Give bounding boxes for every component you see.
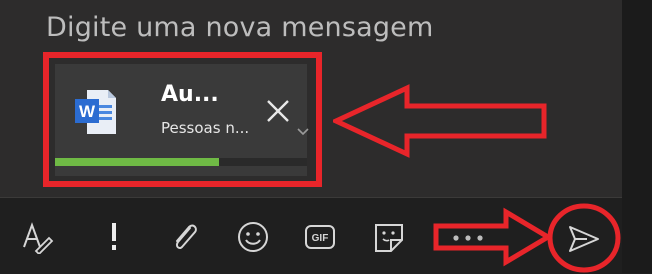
gif-label: GIF bbox=[312, 233, 329, 244]
annotation-arrow-left bbox=[333, 84, 548, 158]
gif-icon[interactable]: GIF bbox=[303, 220, 337, 254]
sticker-icon[interactable] bbox=[372, 220, 406, 254]
annotation-arrow-right bbox=[432, 207, 552, 267]
emoji-icon[interactable] bbox=[236, 220, 270, 254]
annotation-highlight-box bbox=[43, 52, 322, 187]
message-input-placeholder[interactable]: Digite uma nova mensagem bbox=[46, 12, 433, 43]
compose-box[interactable]: Digite uma nova mensagem W Au... Pessoas… bbox=[0, 0, 622, 198]
compose-divider bbox=[0, 197, 622, 198]
right-edge bbox=[622, 0, 652, 273]
send-icon[interactable] bbox=[567, 222, 601, 256]
format-icon[interactable] bbox=[20, 220, 54, 254]
attach-icon[interactable] bbox=[168, 220, 202, 254]
important-icon[interactable] bbox=[104, 220, 138, 254]
